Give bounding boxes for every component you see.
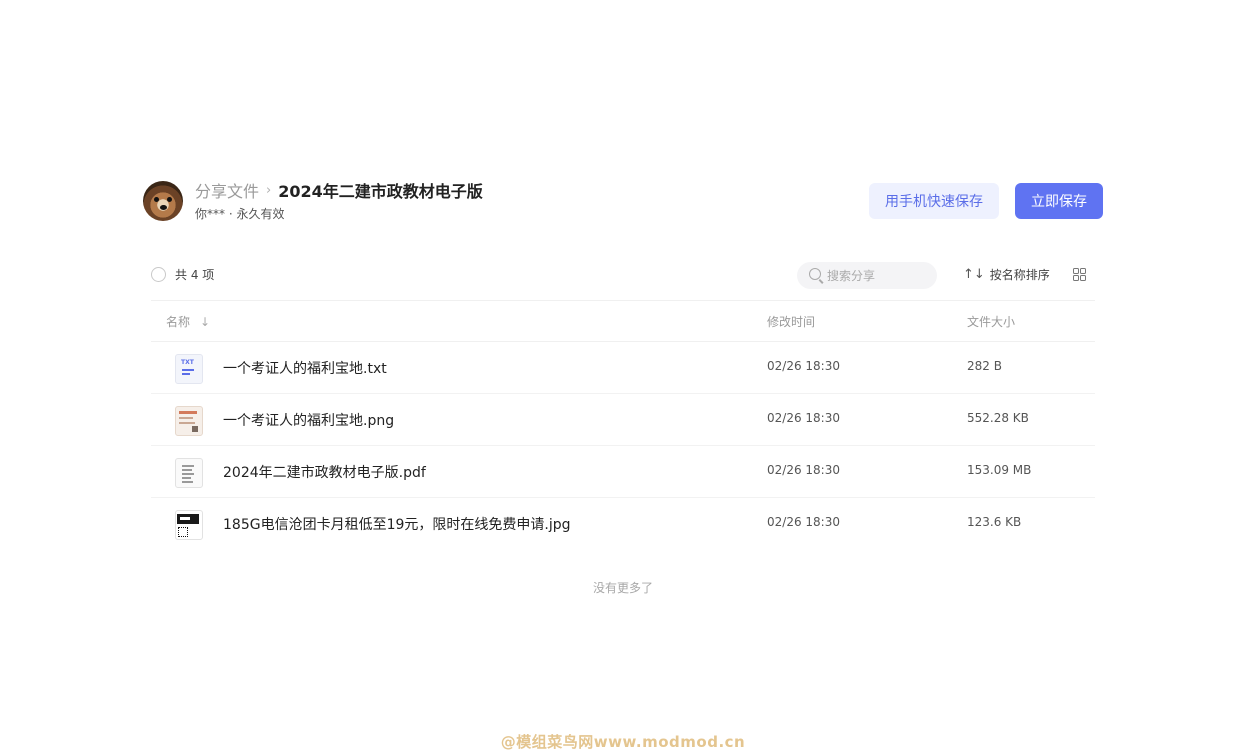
avatar-nose	[160, 205, 167, 210]
save-button[interactable]: 立即保存	[1015, 183, 1103, 219]
file-size: 123.6 KB	[967, 515, 1022, 529]
file-name[interactable]: 2024年二建市政教材电子版.pdf	[223, 462, 426, 482]
jpg-thumb-qr	[178, 527, 188, 537]
page-title: 2024年二建市政教材电子版	[278, 182, 483, 201]
column-time-header: 修改时间	[767, 315, 816, 329]
grid-cell	[1073, 268, 1079, 274]
table-row[interactable]: 185G电信沧团卡月租低至19元，限时在线免费申请.jpg 02/26 18:3…	[151, 498, 1095, 549]
table-row[interactable]: 一个考证人的福利宝地.png 02/26 18:30 552.28 KB	[151, 394, 1095, 446]
pdf-thumb-line	[182, 469, 192, 471]
txt-icon-line	[182, 369, 194, 371]
sort-down-arrow-icon: ↓	[200, 314, 211, 329]
pdf-thumb-line	[182, 477, 191, 479]
grid-cell	[1080, 268, 1086, 274]
breadcrumb-separator: ›	[266, 182, 272, 198]
sort-label: 按名称排序	[989, 268, 1050, 282]
png-thumb-bar	[179, 422, 195, 424]
file-toolbar: 共 4 项 ↑↓ 按名称排序	[151, 262, 1095, 289]
file-time: 02/26 18:30	[767, 515, 840, 529]
share-header: 分享文件 › 2024年二建市政教材电子版 你*** · 永久有效 用手机快速保…	[143, 180, 1103, 224]
file-name[interactable]: 185G电信沧团卡月租低至19元，限时在线免费申请.jpg	[223, 514, 571, 534]
no-more-text: 没有更多了	[592, 581, 653, 595]
file-name[interactable]: 一个考证人的福利宝地.png	[223, 410, 394, 430]
avatar	[143, 181, 183, 221]
pdf-thumb-line	[182, 481, 193, 483]
grid-view-icon[interactable]	[1073, 268, 1087, 282]
sort-button[interactable]: ↑↓ 按名称排序	[963, 266, 1050, 283]
jpg-file-icon	[175, 510, 203, 540]
pdf-thumb-line	[182, 465, 194, 467]
png-thumb-bar	[179, 417, 193, 419]
share-meta: 你*** · 永久有效	[195, 207, 285, 221]
avatar-eye	[154, 197, 159, 202]
png-thumb-bar	[179, 411, 197, 414]
file-time: 02/26 18:30	[767, 463, 840, 477]
item-count: 共 4 项	[175, 268, 215, 282]
file-table: 名称 ↓ 修改时间 文件大小 TXT 一个考证人的福利宝地.txt 02/26 …	[151, 300, 1095, 549]
txt-icon-line	[182, 373, 190, 375]
table-row[interactable]: TXT 一个考证人的福利宝地.txt 02/26 18:30 282 B	[151, 342, 1095, 394]
search-box[interactable]	[797, 262, 937, 289]
sort-icon: ↑↓	[963, 267, 985, 282]
file-size: 282 B	[967, 359, 1002, 373]
png-file-icon	[175, 406, 203, 436]
file-name[interactable]: 一个考证人的福利宝地.txt	[223, 358, 387, 378]
breadcrumb-parent-link[interactable]: 分享文件	[195, 178, 259, 202]
pdf-file-icon	[175, 458, 203, 488]
grid-cell	[1080, 275, 1086, 281]
column-name-header[interactable]: 名称 ↓	[166, 313, 210, 330]
jpg-thumb-banner	[177, 514, 199, 524]
table-row[interactable]: 2024年二建市政教材电子版.pdf 02/26 18:30 153.09 MB	[151, 446, 1095, 498]
search-icon	[809, 268, 821, 280]
txt-icon-label: TXT	[181, 359, 194, 366]
column-size-header: 文件大小	[967, 315, 1016, 329]
avatar-eye	[167, 197, 172, 202]
file-time: 02/26 18:30	[767, 359, 840, 373]
select-all-checkbox[interactable]	[151, 267, 166, 282]
pdf-thumb-line	[182, 473, 194, 475]
breadcrumb: 分享文件 › 2024年二建市政教材电子版	[195, 178, 483, 202]
search-input[interactable]	[827, 262, 927, 289]
mobile-save-button[interactable]: 用手机快速保存	[869, 183, 999, 219]
png-thumb-qr	[192, 426, 198, 432]
txt-file-icon: TXT	[175, 354, 203, 384]
column-name-label: 名称	[166, 315, 191, 329]
table-header: 名称 ↓ 修改时间 文件大小	[151, 300, 1095, 342]
grid-cell	[1073, 275, 1079, 281]
file-size: 552.28 KB	[967, 411, 1029, 425]
file-time: 02/26 18:30	[767, 411, 840, 425]
file-size: 153.09 MB	[967, 463, 1032, 477]
